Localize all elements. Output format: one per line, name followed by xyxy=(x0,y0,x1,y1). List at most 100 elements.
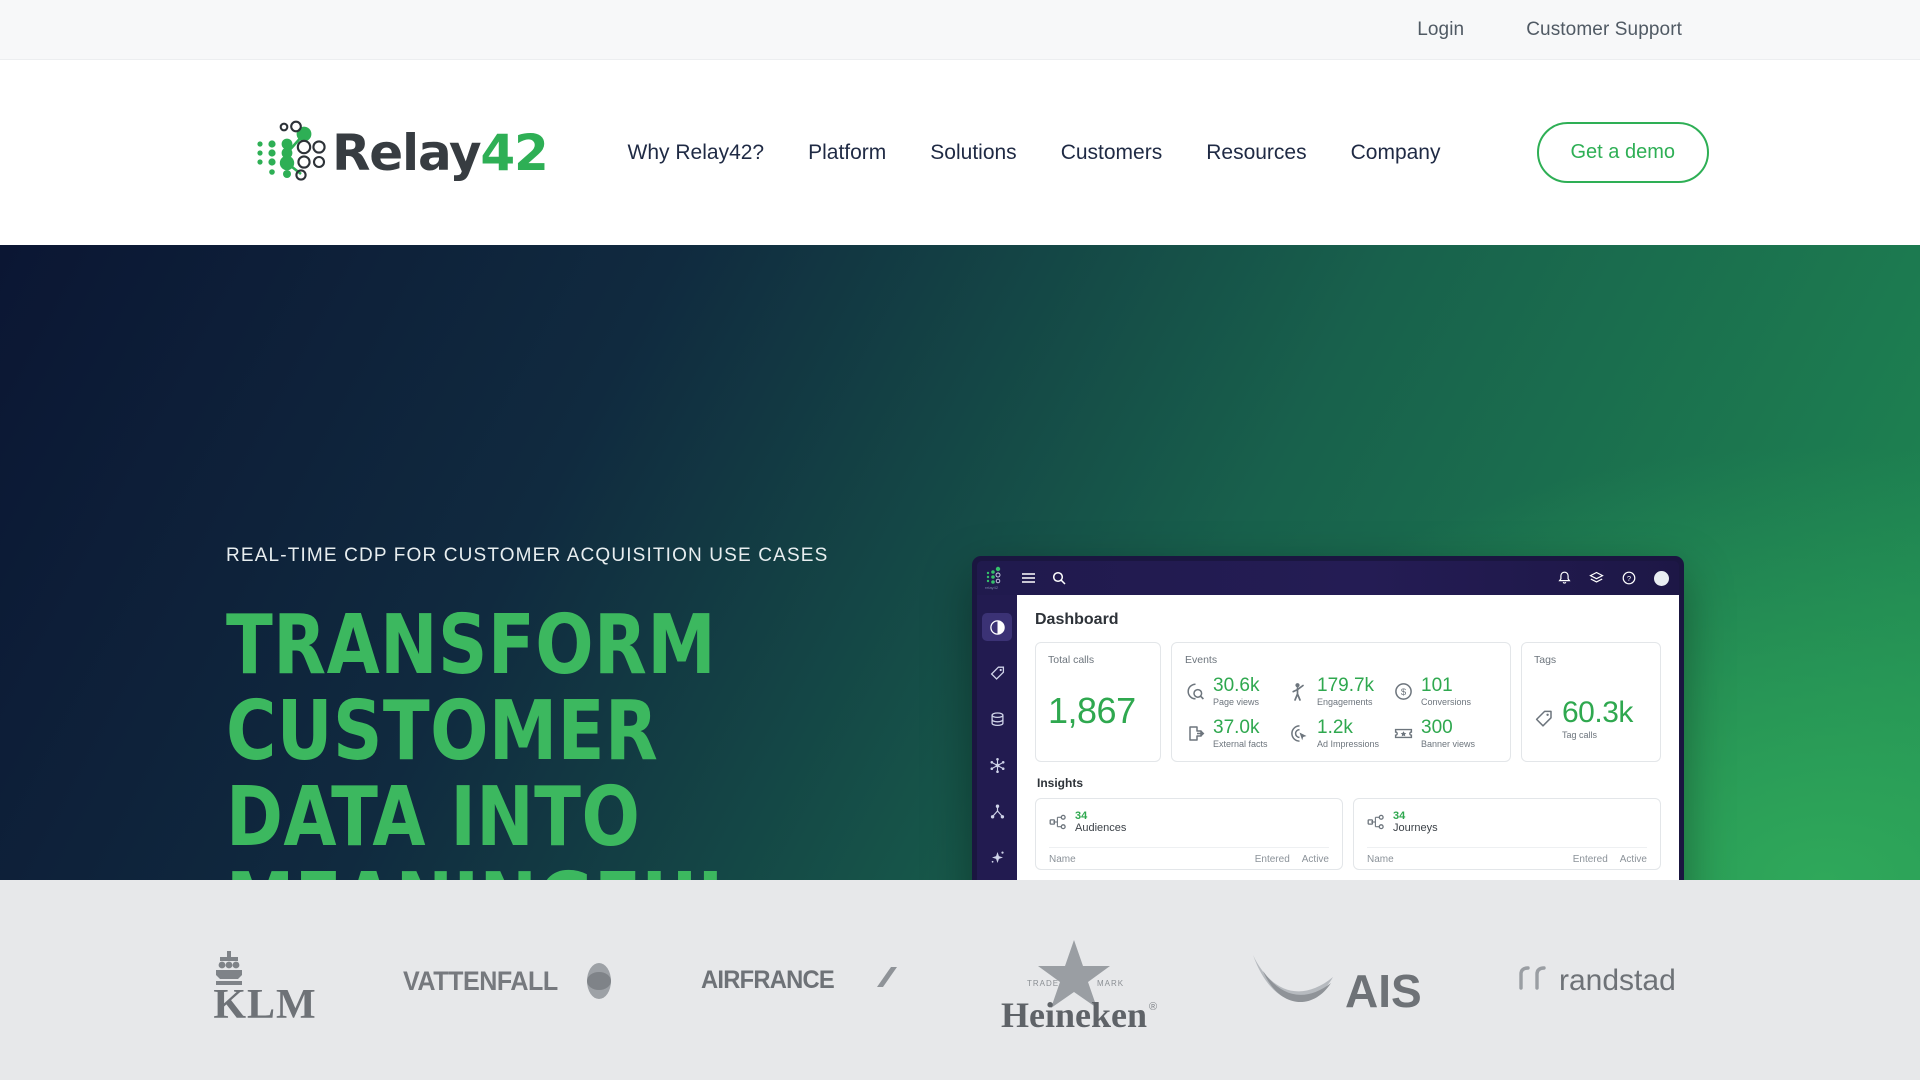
client-logo-heineken: TRADE MARK Heineken ® xyxy=(979,928,1169,1033)
metric-external-facts: 37.0k External facts xyxy=(1185,716,1289,749)
tags-value: 60.3k xyxy=(1562,696,1633,729)
metric-page-views: 30.6k Page views xyxy=(1185,676,1289,707)
svg-text:?: ? xyxy=(1627,574,1631,583)
logo-text-relay: Relay xyxy=(332,123,482,182)
dashboard-body: Dashboard Total calls 1,867 Events 30.6k… xyxy=(977,595,1679,880)
rail-item-data[interactable] xyxy=(982,705,1012,733)
logo-text-42: 42 xyxy=(480,123,548,182)
metric-external-facts-caption: External facts xyxy=(1213,738,1268,749)
stat-cards-row: Total calls 1,867 Events 30.6k Page view… xyxy=(1035,642,1661,762)
heineken-logo-icon: TRADE MARK Heineken ® xyxy=(1001,939,1157,1033)
audiences-table-header: Name Entered Active xyxy=(1049,847,1329,865)
rail-item-ai[interactable] xyxy=(982,843,1012,871)
login-link[interactable]: Login xyxy=(1417,19,1464,41)
rail-item-dashboard[interactable] xyxy=(982,613,1012,641)
events-card: Events 30.6k Page views 179.7k Engagemen… xyxy=(1171,642,1511,762)
insights-row: 34 Audiences Name Entered Active 34 Jour… xyxy=(1035,797,1661,870)
conversion-dollar-icon: $ xyxy=(1395,683,1412,700)
client-logo-randstad: randstad xyxy=(1515,954,1715,1006)
audiences-network-icon xyxy=(1049,814,1066,830)
nav-item-company[interactable]: Company xyxy=(1351,141,1441,165)
events-label: Events xyxy=(1185,654,1218,666)
headline-line-2: DATA INTO MEANINGFUL xyxy=(226,770,741,880)
audiences-col-entered: Entered xyxy=(1254,854,1290,866)
journeys-sitemap-icon xyxy=(990,804,1004,818)
audiences-count: 34 xyxy=(1075,809,1088,822)
nav-item-resources[interactable]: Resources xyxy=(1206,141,1306,165)
dashboard-content: Dashboard Total calls 1,867 Events 30.6k… xyxy=(1017,595,1679,880)
audiences-network-icon xyxy=(990,757,1004,773)
dashboard-pie-icon xyxy=(989,619,1005,635)
headline-line-1: TRANSFORM CUSTOMER xyxy=(226,598,717,780)
dashboard-page-title: Dashboard xyxy=(1035,611,1119,628)
total-calls-value: 1,867 xyxy=(1048,690,1136,731)
client-logo-ais: AIS xyxy=(1247,935,1437,1025)
client-logo-strip: KLM VATTENFALL AIRFRANCE TRADE MARK Hein… xyxy=(0,880,1920,1080)
randstad-logo-icon: randstad xyxy=(1519,964,1676,997)
heineken-wordmark: Heineken xyxy=(1001,995,1147,1033)
dashboard-topbar: relay42 ? xyxy=(977,561,1679,595)
journeys-table-header: Name Entered Active xyxy=(1367,847,1647,865)
nav-item-customers[interactable]: Customers xyxy=(1061,141,1163,165)
nav-links: Why Relay42? Platform Solutions Customer… xyxy=(628,122,1710,183)
audiences-panel: 34 Audiences Name Entered Active xyxy=(1035,797,1343,870)
rail-item-tags[interactable] xyxy=(982,659,1012,687)
klm-wordmark: KLM xyxy=(213,982,316,1026)
user-avatar[interactable] xyxy=(1654,570,1669,586)
audiences-header: 34 Audiences xyxy=(1049,810,1329,834)
hero-headline: TRANSFORM CUSTOMER DATA INTO MEANINGFUL … xyxy=(226,598,877,880)
audiences-label: Audiences xyxy=(1075,821,1127,834)
layers-icon[interactable] xyxy=(1589,571,1604,585)
main-navigation: Relay42 Why Relay42? Platform Solutions … xyxy=(0,60,1920,245)
notification-bell-icon[interactable] xyxy=(1558,571,1571,585)
metric-ad-impressions-value: 1.2k xyxy=(1317,716,1353,738)
metric-ad-impressions-caption: Ad Impressions xyxy=(1317,738,1380,749)
client-logo-klm: KLM xyxy=(205,934,325,1026)
ai-sparkle-icon xyxy=(991,851,1004,863)
site-logo[interactable]: Relay42 xyxy=(250,117,549,189)
total-calls-label: Total calls xyxy=(1048,654,1095,666)
metric-engagements: 179.7k Engagements xyxy=(1289,676,1393,707)
audiences-col-name: Name xyxy=(1049,854,1076,866)
nav-item-why-relay42[interactable]: Why Relay42? xyxy=(628,141,765,165)
search-icon[interactable] xyxy=(1052,571,1066,585)
metric-banner-views-value: 300 xyxy=(1421,716,1453,738)
hamburger-icon[interactable] xyxy=(1021,572,1036,584)
svg-text:TRADE: TRADE xyxy=(1027,979,1059,988)
svg-text:®: ® xyxy=(1149,1001,1157,1013)
nav-item-solutions[interactable]: Solutions xyxy=(930,141,1016,165)
airfrance-wordmark: AIRFRANCE xyxy=(701,966,834,994)
engagement-person-icon xyxy=(1292,683,1304,701)
journeys-col-name: Name xyxy=(1367,854,1394,866)
utility-bar: Login Customer Support xyxy=(0,0,1920,60)
airfrance-logo-icon: AIRFRANCE xyxy=(701,966,897,994)
rail-item-journeys[interactable] xyxy=(982,797,1012,825)
nav-item-platform[interactable]: Platform xyxy=(808,141,886,165)
metric-banner-views-caption: Banner views xyxy=(1421,738,1476,749)
tags-value-row: 60.3k Tag calls xyxy=(1534,698,1648,740)
metric-external-facts-value: 37.0k xyxy=(1213,716,1260,738)
dashboard-sidebar-rail xyxy=(977,595,1017,880)
banner-ticket-icon xyxy=(1394,728,1413,739)
journeys-panel: 34 Journeys Name Entered Active xyxy=(1353,797,1661,870)
relay42-mini-logo-icon: relay42 xyxy=(985,566,1001,590)
audiences-col-active: Active xyxy=(1301,854,1329,866)
tags-label: Tags xyxy=(1534,654,1557,666)
journeys-label: Journeys xyxy=(1393,821,1438,834)
get-a-demo-button[interactable]: Get a demo xyxy=(1536,122,1710,183)
randstad-wordmark: randstad xyxy=(1559,964,1676,997)
metric-engagements-caption: Engagements xyxy=(1317,696,1373,707)
metric-conversions: $ 101 Conversions xyxy=(1393,676,1497,707)
logo-wordmark: Relay42 xyxy=(332,128,549,178)
tag-icon xyxy=(990,666,1004,680)
customer-support-link[interactable]: Customer Support xyxy=(1526,19,1682,41)
total-calls-card: Total calls 1,867 xyxy=(1035,642,1161,762)
help-circle-icon[interactable]: ? xyxy=(1622,571,1636,585)
journeys-count: 34 xyxy=(1393,809,1406,822)
rail-item-audiences[interactable] xyxy=(982,751,1012,779)
ad-impression-icon xyxy=(1291,725,1307,742)
ais-wordmark: AIS xyxy=(1345,965,1422,1017)
vattenfall-wordmark: VATTENFALL xyxy=(403,965,558,996)
database-icon xyxy=(990,711,1004,726)
hero-section: REAL-TIME CDP FOR CUSTOMER ACQUISITION U… xyxy=(0,245,1920,880)
